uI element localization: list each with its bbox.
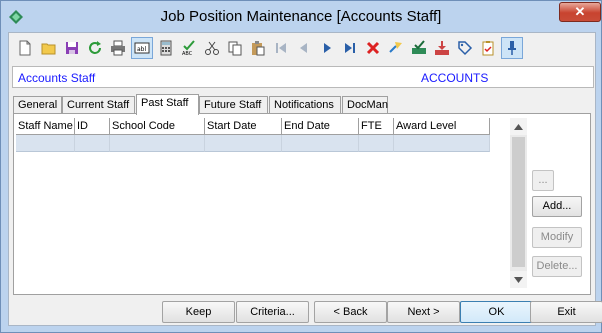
past-staff-panel: Staff Name ID School Code Start Date End…: [13, 113, 591, 295]
tab-future-staff[interactable]: Future Staff: [199, 96, 268, 114]
table-row[interactable]: [16, 135, 490, 152]
first-record-icon[interactable]: [270, 37, 292, 59]
refresh-icon[interactable]: [84, 37, 106, 59]
field-icon[interactable]: abl: [131, 37, 153, 59]
exit-button[interactable]: Exit: [530, 301, 602, 323]
tab-past-staff[interactable]: Past Staff: [136, 94, 199, 115]
window-title: Job Position Maintenance [Accounts Staff…: [160, 8, 442, 25]
cell-end-date[interactable]: [282, 135, 359, 152]
grid-header: Staff Name ID School Code Start Date End…: [16, 118, 490, 135]
next-record-icon[interactable]: [316, 37, 338, 59]
cell-staff-name[interactable]: [16, 135, 75, 152]
vertical-scrollbar[interactable]: [510, 118, 527, 288]
modify-button[interactable]: Modify: [532, 227, 582, 248]
tab-general[interactable]: General: [13, 96, 62, 114]
title-bar[interactable]: Job Position Maintenance [Accounts Staff…: [1, 1, 601, 31]
goto-icon[interactable]: [385, 37, 407, 59]
column-header-award-level[interactable]: Award Level: [394, 118, 490, 135]
column-header-start-date[interactable]: Start Date: [205, 118, 282, 135]
print-icon[interactable]: [107, 37, 129, 59]
keep-button[interactable]: Keep: [162, 301, 235, 323]
client-area: abl ABC Accounts Staff ACCOUNTS General …: [8, 32, 602, 326]
svg-text:abl: abl: [137, 46, 146, 53]
cell-start-date[interactable]: [205, 135, 282, 152]
past-staff-grid[interactable]: Staff Name ID School Code Start Date End…: [16, 118, 508, 288]
add-button[interactable]: Add...: [532, 196, 582, 217]
svg-text:ABC: ABC: [182, 51, 193, 56]
pin-icon[interactable]: [501, 37, 523, 59]
scrollbar-thumb[interactable]: [512, 137, 525, 267]
previous-record-icon[interactable]: [293, 37, 315, 59]
cell-school-code[interactable]: [110, 135, 205, 152]
last-record-icon[interactable]: [339, 37, 361, 59]
delete-icon[interactable]: [362, 37, 384, 59]
tab-docman[interactable]: DocMan: [342, 96, 388, 114]
criteria-button[interactable]: Criteria...: [236, 301, 309, 323]
position-code: ACCOUNTS: [421, 71, 489, 85]
position-name: Accounts Staff: [18, 71, 96, 85]
column-header-end-date[interactable]: End Date: [282, 118, 359, 135]
delete-button[interactable]: Delete...: [532, 256, 582, 277]
ok-button[interactable]: OK: [460, 301, 533, 323]
tab-notifications[interactable]: Notifications: [269, 96, 341, 114]
column-header-school-code[interactable]: School Code: [110, 118, 205, 135]
copy-icon[interactable]: [224, 37, 246, 59]
column-header-staff-name[interactable]: Staff Name: [16, 118, 75, 135]
back-button[interactable]: < Back: [314, 301, 387, 323]
record-info-bar: Accounts Staff ACCOUNTS: [12, 66, 594, 88]
spellcheck-icon[interactable]: ABC: [178, 37, 200, 59]
approve-icon[interactable]: [408, 37, 430, 59]
cell-award-level[interactable]: [394, 135, 490, 152]
paste-icon[interactable]: [247, 37, 269, 59]
close-button[interactable]: ✕: [559, 2, 601, 22]
open-icon[interactable]: [38, 37, 60, 59]
tab-current-staff[interactable]: Current Staff: [62, 96, 135, 114]
cell-fte[interactable]: [359, 135, 394, 152]
column-header-fte[interactable]: FTE: [359, 118, 394, 135]
cell-id[interactable]: [75, 135, 110, 152]
ellipsis-button[interactable]: ...: [532, 170, 554, 191]
clipboard-check-icon[interactable]: [477, 37, 499, 59]
new-icon[interactable]: [14, 37, 36, 59]
save-icon[interactable]: [61, 37, 83, 59]
cut-icon[interactable]: [201, 37, 223, 59]
download-icon[interactable]: [431, 37, 453, 59]
scroll-up-icon[interactable]: [510, 118, 527, 135]
tag-icon[interactable]: [454, 37, 476, 59]
scroll-down-icon[interactable]: [510, 271, 527, 288]
column-header-id[interactable]: ID: [75, 118, 110, 135]
calculator-icon[interactable]: [155, 37, 177, 59]
next-button[interactable]: Next >: [387, 301, 460, 323]
job-position-window: Job Position Maintenance [Accounts Staff…: [0, 0, 602, 333]
